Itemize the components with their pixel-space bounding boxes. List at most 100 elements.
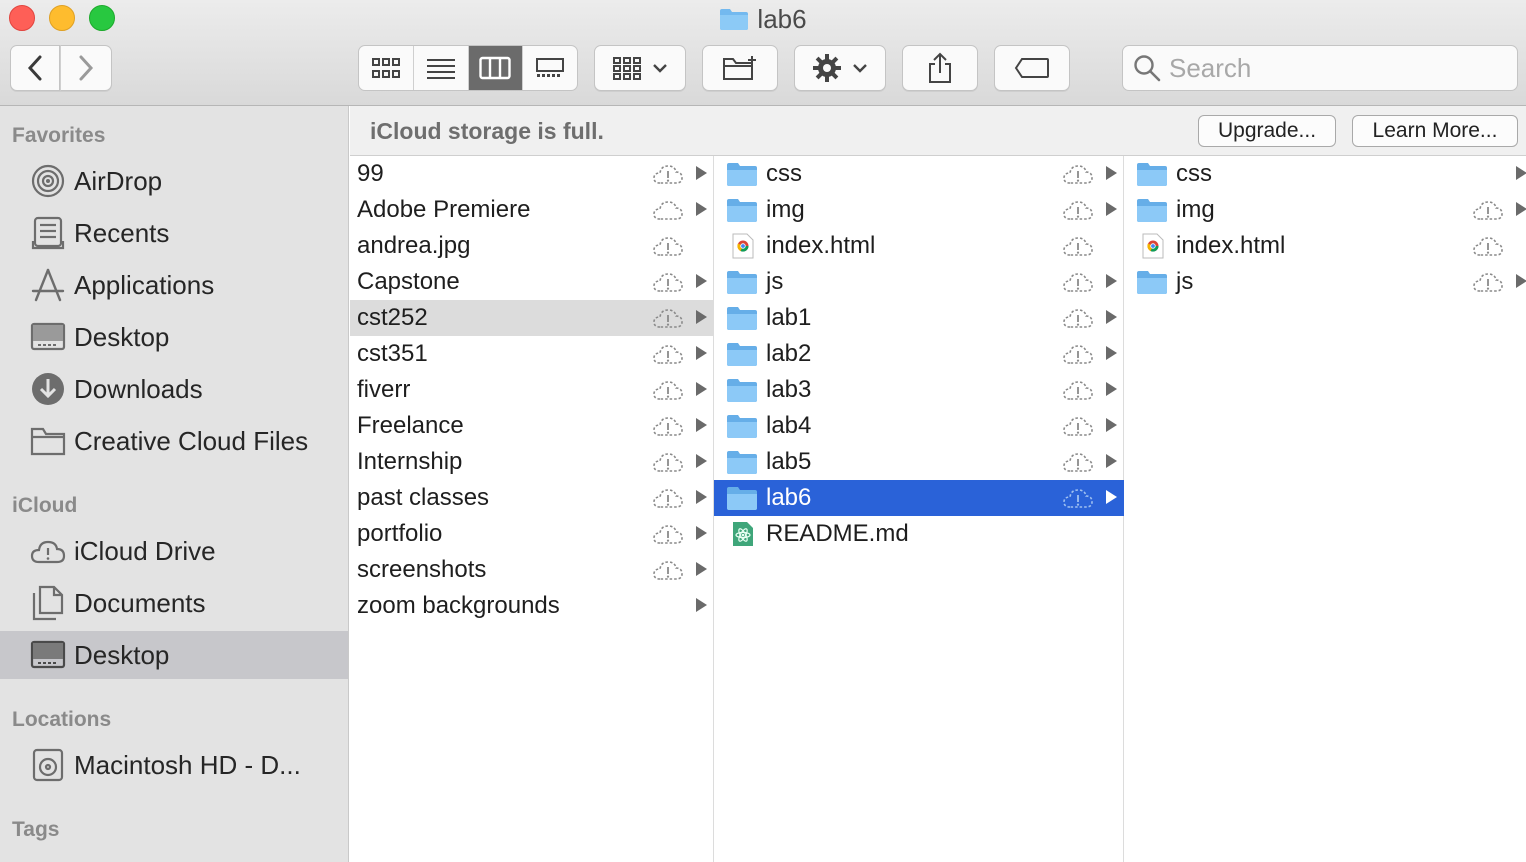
file-row[interactable]: css bbox=[714, 156, 1124, 192]
disclosure-arrow-icon bbox=[696, 310, 707, 324]
sidebar-item-documents[interactable]: Documents bbox=[0, 579, 348, 627]
edit-tags-button[interactable] bbox=[994, 45, 1070, 91]
cloud-upload-warning-icon bbox=[1062, 414, 1094, 438]
file-row[interactable]: index.html bbox=[714, 228, 1124, 264]
new-folder-button[interactable] bbox=[702, 45, 778, 91]
cloud-upload-warning-icon bbox=[1062, 342, 1094, 366]
downloads-icon bbox=[30, 371, 66, 407]
banner-message: iCloud storage is full. bbox=[370, 118, 604, 144]
file-row[interactable]: img bbox=[714, 192, 1124, 228]
list-icon bbox=[426, 59, 455, 79]
folder-icon bbox=[726, 197, 758, 223]
file-row[interactable]: Capstone bbox=[350, 264, 714, 300]
file-row[interactable]: andrea.jpg bbox=[350, 228, 714, 264]
file-row[interactable]: Adobe Premiere bbox=[350, 192, 714, 228]
sidebar-item-icloud-drive[interactable]: iCloud Drive bbox=[0, 527, 348, 575]
file-row[interactable]: lab5 bbox=[714, 444, 1124, 480]
cloud-upload-warning-icon bbox=[652, 162, 684, 186]
group-by-button[interactable] bbox=[594, 45, 686, 91]
file-name: js bbox=[1176, 268, 1194, 295]
sidebar-item-airdrop[interactable]: AirDrop bbox=[0, 157, 348, 205]
sidebar-item-label: Creative Cloud Files bbox=[74, 425, 309, 456]
file-row[interactable]: screenshots bbox=[350, 552, 714, 588]
chevron-down-icon bbox=[853, 64, 867, 73]
cloud-upload-warning-icon bbox=[1472, 234, 1504, 258]
sidebar-item-icloud-desktop[interactable]: Desktop bbox=[0, 631, 348, 679]
gallery-icon bbox=[536, 58, 565, 77]
file-row[interactable]: lab1 bbox=[714, 300, 1124, 336]
sidebar-item-downloads[interactable]: Downloads bbox=[0, 365, 348, 413]
desktop-icon bbox=[30, 637, 66, 673]
icloud-header: iCloud bbox=[12, 494, 78, 517]
share-icon bbox=[929, 52, 951, 83]
file-row[interactable]: portfolio bbox=[350, 516, 714, 552]
cloud-icon bbox=[652, 198, 684, 222]
icloud-full-banner: iCloud storage is full. Upgrade... Learn… bbox=[350, 106, 1526, 156]
disclosure-arrow-icon bbox=[696, 526, 707, 540]
column-view-button[interactable] bbox=[468, 46, 524, 90]
disclosure-arrow-icon bbox=[1106, 490, 1117, 504]
cloud-upload-warning-icon bbox=[1062, 486, 1094, 510]
file-name: zoom backgrounds bbox=[357, 592, 560, 619]
file-name: index.html bbox=[766, 232, 876, 259]
window-title: lab6 bbox=[0, 2, 1526, 36]
sidebar-item-applications[interactable]: Applications bbox=[0, 261, 348, 309]
action-menu-button[interactable] bbox=[794, 45, 886, 91]
folder-icon bbox=[726, 269, 758, 295]
share-button[interactable] bbox=[902, 45, 978, 91]
cloud-upload-warning-icon bbox=[652, 378, 684, 402]
file-row[interactable]: Internship bbox=[350, 444, 714, 480]
file-name: fiverr bbox=[357, 376, 411, 403]
disclosure-arrow-icon bbox=[1106, 202, 1117, 216]
sidebar-item-label: Documents bbox=[74, 587, 206, 618]
file-row[interactable]: cst351 bbox=[350, 336, 714, 372]
documents-icon bbox=[30, 585, 66, 621]
cloud-upload-warning-icon bbox=[652, 342, 684, 366]
file-row[interactable]: README.md bbox=[714, 516, 1124, 552]
folder-icon bbox=[726, 485, 758, 511]
file-row[interactable]: lab3 bbox=[714, 372, 1124, 408]
file-row[interactable]: js bbox=[714, 264, 1124, 300]
file-row[interactable]: js bbox=[1124, 264, 1526, 300]
file-name: Adobe Premiere bbox=[357, 196, 531, 223]
sidebar-item-creative-cloud-files[interactable]: Creative Cloud Files bbox=[0, 417, 348, 465]
sidebar-item-macintosh-hd[interactable]: Macintosh HD - D... bbox=[0, 741, 348, 789]
search-field[interactable] bbox=[1122, 45, 1518, 91]
disclosure-arrow-icon bbox=[1106, 382, 1117, 396]
browser-column-3: css img index.html js bbox=[1124, 156, 1526, 862]
file-row[interactable]: fiverr bbox=[350, 372, 714, 408]
file-row[interactable]: lab4 bbox=[714, 408, 1124, 444]
file-row[interactable]: css bbox=[1124, 156, 1526, 192]
sidebar-item-desktop[interactable]: Desktop bbox=[0, 313, 348, 361]
chevron-right-icon bbox=[79, 55, 94, 81]
file-row[interactable]: past classes bbox=[350, 480, 714, 516]
hard-drive-icon bbox=[30, 747, 66, 783]
file-name: lab1 bbox=[766, 304, 812, 331]
folder-icon bbox=[726, 341, 758, 367]
upgrade-button[interactable]: Upgrade... bbox=[1198, 115, 1336, 147]
gallery-view-button[interactable] bbox=[523, 46, 577, 90]
cloud-upload-warning-icon bbox=[652, 270, 684, 294]
learn-more-button[interactable]: Learn More... bbox=[1352, 115, 1518, 147]
file-row[interactable]: Freelance bbox=[350, 408, 714, 444]
file-row[interactable]: index.html bbox=[1124, 228, 1526, 264]
forward-button[interactable] bbox=[60, 45, 112, 91]
file-name: README.md bbox=[766, 520, 909, 547]
file-row[interactable]: lab6 bbox=[714, 480, 1124, 516]
search-input[interactable] bbox=[1169, 52, 1499, 84]
file-row[interactable]: img bbox=[1124, 192, 1526, 228]
list-view-button[interactable] bbox=[414, 46, 469, 90]
html-file-icon bbox=[726, 233, 758, 259]
disclosure-arrow-icon bbox=[696, 202, 707, 216]
disclosure-arrow-icon bbox=[696, 382, 707, 396]
file-row[interactable]: 99 bbox=[350, 156, 714, 192]
back-button[interactable] bbox=[10, 45, 60, 91]
sidebar-item-label: iCloud Drive bbox=[74, 535, 216, 566]
file-row[interactable]: zoom backgrounds bbox=[350, 588, 714, 624]
file-row[interactable]: cst252 bbox=[350, 300, 714, 336]
icon-view-button[interactable] bbox=[359, 46, 414, 90]
sidebar-item-recents[interactable]: Recents bbox=[0, 209, 348, 257]
folder-icon bbox=[726, 377, 758, 403]
window-toolbar: lab6 bbox=[0, 0, 1526, 106]
file-row[interactable]: lab2 bbox=[714, 336, 1124, 372]
